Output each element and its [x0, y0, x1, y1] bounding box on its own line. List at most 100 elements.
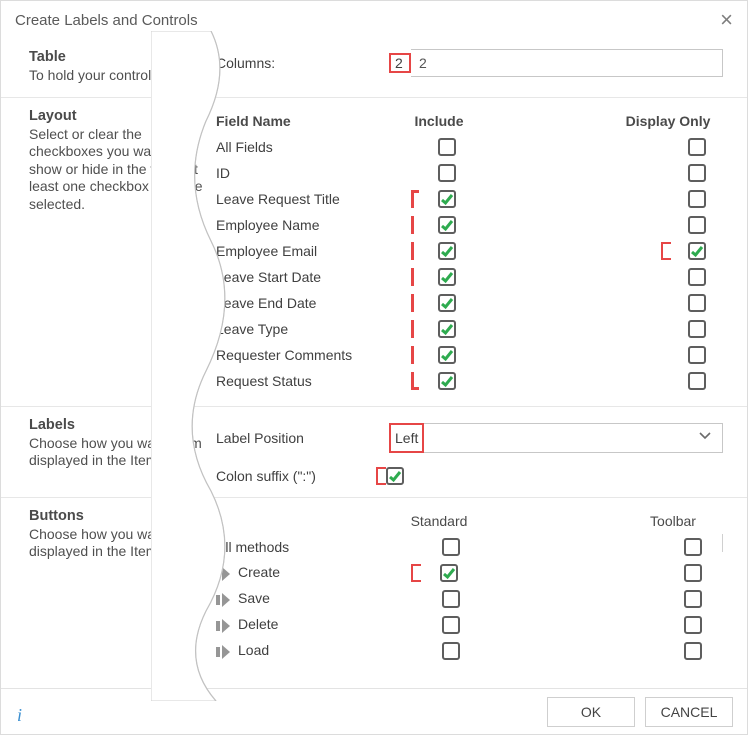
method-row: Delete: [216, 612, 723, 638]
field-name: Leave Type: [216, 321, 411, 337]
standard-checkbox[interactable]: [442, 642, 460, 660]
method-icon: [216, 593, 232, 607]
field-name: Leave Request Title: [216, 191, 411, 207]
section-layout: Layout Select or clear the checkboxes yo…: [1, 97, 747, 406]
highlight-bracket: [376, 467, 386, 485]
include-header: Include: [399, 113, 479, 129]
colon-suffix-checkbox[interactable]: [386, 467, 404, 485]
toolbar-checkbox[interactable]: [684, 564, 702, 582]
toolbar-checkbox[interactable]: [684, 616, 702, 634]
standard-checkbox[interactable]: [440, 564, 458, 582]
section-labels: Labels Choose how you want them displaye…: [1, 406, 747, 497]
method-row: Load: [216, 638, 723, 664]
method-name: Load: [216, 642, 411, 658]
display-only-checkbox[interactable]: [688, 320, 706, 338]
field-row: Leave Request Title: [216, 186, 723, 212]
toolbar-checkbox[interactable]: [684, 642, 702, 660]
highlight-bracket: [411, 242, 419, 260]
dialog-footer: i OK CANCEL: [1, 688, 747, 734]
method-name: Create: [216, 564, 411, 580]
standard-checkbox[interactable]: [442, 538, 460, 556]
label-position-highlight: Left: [395, 430, 418, 446]
toolbar-checkbox[interactable]: [684, 590, 702, 608]
include-checkbox[interactable]: [438, 346, 456, 364]
standard-header: Standard: [389, 513, 489, 529]
standard-checkbox[interactable]: [442, 590, 460, 608]
include-checkbox[interactable]: [438, 242, 456, 260]
divider: [722, 534, 723, 552]
display-only-checkbox[interactable]: [688, 346, 706, 364]
include-checkbox[interactable]: [438, 372, 456, 390]
section-buttons: Buttons Choose how you want them display…: [1, 497, 747, 676]
field-row: Leave Start Date: [216, 264, 723, 290]
info-icon[interactable]: i: [17, 705, 22, 726]
dialog-title: Create Labels and Controls: [15, 12, 198, 29]
display-only-checkbox[interactable]: [688, 268, 706, 286]
ok-button[interactable]: OK: [547, 697, 635, 727]
toolbar-checkbox[interactable]: [684, 538, 702, 556]
display-only-checkbox[interactable]: [688, 138, 706, 156]
field-row: Requester Comments: [216, 342, 723, 368]
include-checkbox[interactable]: [438, 268, 456, 286]
columns-input[interactable]: [411, 49, 723, 77]
cancel-button[interactable]: CANCEL: [645, 697, 733, 727]
highlight-bracket: [411, 190, 419, 208]
field-row: Employee Email: [216, 238, 723, 264]
method-name: Delete: [216, 616, 411, 632]
field-name: Leave End Date: [216, 295, 411, 311]
label-position-select[interactable]: [424, 423, 723, 453]
display-only-checkbox[interactable]: [688, 372, 706, 390]
field-name: Employee Email: [216, 243, 411, 259]
label-position-label: Label Position: [216, 430, 391, 446]
field-name: Requester Comments: [216, 347, 411, 363]
method-name: All methods: [216, 539, 411, 555]
field-row: Employee Name: [216, 212, 723, 238]
include-checkbox[interactable]: [438, 320, 456, 338]
dialog-create-labels-controls: Create Labels and Controls × Table To ho…: [0, 0, 748, 735]
dialog-body: Table To hold your controls and Columns:…: [1, 35, 747, 688]
include-checkbox[interactable]: [438, 190, 456, 208]
display-only-header: Display Only: [613, 113, 723, 129]
highlight-bracket: [411, 294, 419, 312]
section-desc: Choose how you want them displayed in th…: [29, 526, 206, 561]
close-icon[interactable]: ×: [720, 9, 733, 31]
method-icon: [216, 619, 232, 633]
section-heading: Layout: [29, 108, 206, 124]
field-row: Leave Type: [216, 316, 723, 342]
include-checkbox[interactable]: [438, 294, 456, 312]
titlebar: Create Labels and Controls ×: [1, 1, 747, 35]
field-row: Leave End Date: [216, 290, 723, 316]
section-desc: Select or clear the checkboxes you want …: [29, 126, 206, 214]
field-name: Request Status: [216, 373, 411, 389]
standard-checkbox[interactable]: [442, 616, 460, 634]
highlight-bracket: [411, 564, 421, 582]
field-name: Leave Start Date: [216, 269, 411, 285]
include-checkbox[interactable]: [438, 164, 456, 182]
columns-label: Columns:: [216, 55, 391, 71]
method-row: Save: [216, 586, 723, 612]
method-row: Create: [216, 560, 723, 586]
method-name: Save: [216, 590, 411, 606]
section-desc: Choose how you want them displayed in th…: [29, 435, 206, 470]
display-only-checkbox[interactable]: [688, 164, 706, 182]
display-only-checkbox[interactable]: [688, 294, 706, 312]
include-checkbox[interactable]: [438, 138, 456, 156]
chevron-down-icon: [698, 429, 712, 446]
section-table: Table To hold your controls and Columns:…: [1, 35, 747, 97]
method-icon: [216, 645, 232, 659]
display-only-checkbox[interactable]: [688, 216, 706, 234]
section-heading: Buttons: [29, 508, 206, 524]
section-desc: To hold your controls and: [29, 67, 206, 85]
field-name: Employee Name: [216, 217, 411, 233]
field-row: All Fields: [216, 134, 723, 160]
field-row: ID: [216, 160, 723, 186]
toolbar-header: Toolbar: [623, 513, 723, 529]
colon-suffix-label: Colon suffix (":"): [216, 468, 376, 484]
highlight-bracket: [411, 320, 419, 338]
include-checkbox[interactable]: [438, 216, 456, 234]
display-only-checkbox[interactable]: [688, 190, 706, 208]
highlight-box: Left: [389, 423, 424, 453]
highlight-bracket: [661, 242, 671, 260]
highlight-bracket: [411, 216, 419, 234]
display-only-checkbox[interactable]: [688, 242, 706, 260]
